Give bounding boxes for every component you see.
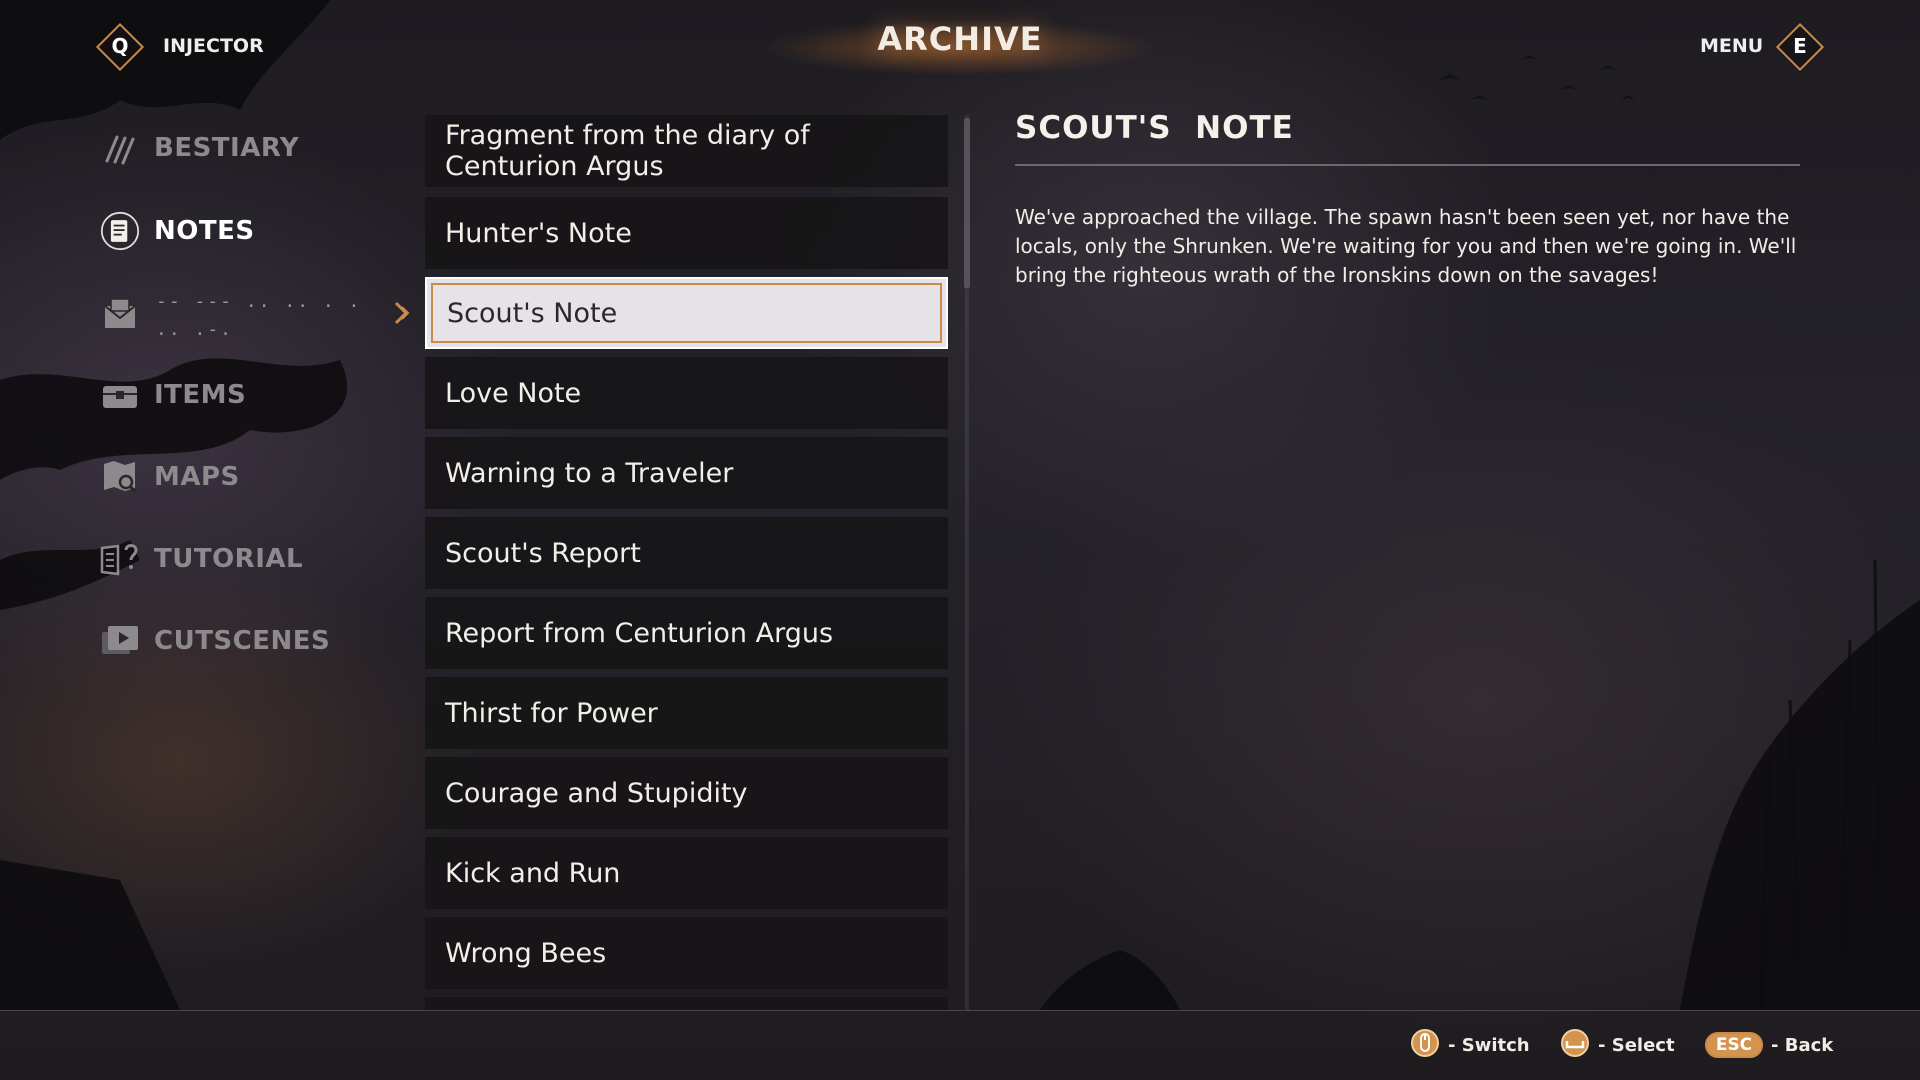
- select-hint[interactable]: - Select: [1560, 1028, 1675, 1062]
- notes-icon: [100, 211, 140, 251]
- locked-category-label: -- --- .. .. . . .. .-.: [156, 291, 362, 340]
- nav-label: TUTORIAL: [154, 544, 304, 574]
- list-item-label: Warning to a Traveler: [445, 457, 734, 489]
- nav-label: BESTIARY: [154, 133, 300, 163]
- hint-label: - Select: [1598, 1034, 1675, 1056]
- hint-label: - Switch: [1448, 1034, 1530, 1056]
- list-item-partial[interactable]: [425, 997, 948, 1010]
- tutorial-book-icon: [100, 539, 140, 579]
- list-item-thirst-power[interactable]: Thirst for Power: [425, 677, 948, 749]
- spacebar-icon: [1560, 1028, 1590, 1062]
- nav-item-tutorial[interactable]: TUTORIAL: [100, 534, 303, 584]
- list-item-label: Kick and Run: [445, 857, 621, 889]
- map-icon: [100, 457, 140, 497]
- list-item-report-centurion[interactable]: Report from Centurion Argus: [425, 597, 948, 669]
- arrow-right-icon: [390, 300, 416, 330]
- list-item-label: Wrong Bees: [445, 937, 607, 969]
- nav-label: MAPS: [154, 462, 240, 492]
- nav-item-cutscenes[interactable]: CUTSCENES: [100, 616, 330, 666]
- list-item-label: Courage and Stupidity: [445, 777, 748, 809]
- claw-icon: [100, 128, 140, 168]
- notes-list: Fragment from the diary of Centurion Arg…: [425, 113, 950, 1010]
- list-item-label: Hunter's Note: [445, 217, 632, 249]
- nav-item-bestiary[interactable]: BESTIARY: [100, 123, 299, 173]
- list-item-love-note[interactable]: Love Note: [425, 357, 948, 429]
- nav-label: NOTES: [154, 216, 255, 246]
- nav-label: CUTSCENES: [154, 626, 331, 656]
- list-item-label: Thirst for Power: [445, 697, 658, 729]
- title-divider: [1015, 164, 1800, 166]
- list-item-label: Fragment from the diary of Centurion Arg…: [445, 120, 810, 182]
- list-item-fragment-diary[interactable]: Fragment from the diary of Centurion Arg…: [425, 115, 948, 187]
- list-item-warning-traveler[interactable]: Warning to a Traveler: [425, 437, 948, 509]
- nav-item-notes[interactable]: NOTES: [100, 206, 255, 256]
- mouse-icon: [1410, 1028, 1440, 1062]
- hint-label: - Back: [1771, 1034, 1834, 1056]
- nav-label: ITEMS: [154, 380, 247, 410]
- list-item-hunters-note[interactable]: Hunter's Note: [425, 197, 948, 269]
- list-item-scouts-report[interactable]: Scout's Report: [425, 517, 948, 589]
- footer-divider: [0, 1010, 1920, 1011]
- play-icon: [100, 621, 140, 661]
- list-scrollbar-thumb[interactable]: [964, 118, 970, 288]
- note-title: SCOUT'S NOTE: [1015, 110, 1294, 146]
- list-item-kick-run[interactable]: Kick and Run: [425, 837, 948, 909]
- list-item-scouts-note[interactable]: Scout's Note: [425, 277, 948, 349]
- archive-screen: ARCHIVE Q INJECTOR MENU E BESTIARY NOTES…: [0, 0, 1920, 1080]
- switch-hint[interactable]: - Switch: [1410, 1028, 1530, 1062]
- injector-label: INJECTOR: [163, 35, 264, 57]
- q-key-label: Q: [111, 34, 129, 58]
- esc-key-badge: ESC: [1705, 1032, 1763, 1058]
- nav-item-maps[interactable]: MAPS: [100, 452, 240, 502]
- list-item-label: Scout's Note: [447, 297, 618, 329]
- letter-icon: [100, 295, 140, 335]
- nav-item-items[interactable]: ITEMS: [100, 370, 246, 420]
- list-item-wrong-bees[interactable]: Wrong Bees: [425, 917, 948, 989]
- chest-icon: [100, 375, 140, 415]
- list-item-label: Report from Centurion Argus: [445, 617, 834, 649]
- menu-label: MENU: [1700, 35, 1764, 57]
- back-hint[interactable]: ESC - Back: [1705, 1030, 1833, 1060]
- list-item-courage-stupidity[interactable]: Courage and Stupidity: [425, 757, 948, 829]
- list-item-label: Love Note: [445, 377, 582, 409]
- page-title: ARCHIVE: [877, 20, 1043, 58]
- nav-item-locked[interactable]: [100, 290, 140, 340]
- e-key-label: E: [1793, 34, 1807, 58]
- list-item-label: Scout's Report: [445, 537, 641, 569]
- note-body: We've approached the village. The spawn …: [1015, 205, 1797, 287]
